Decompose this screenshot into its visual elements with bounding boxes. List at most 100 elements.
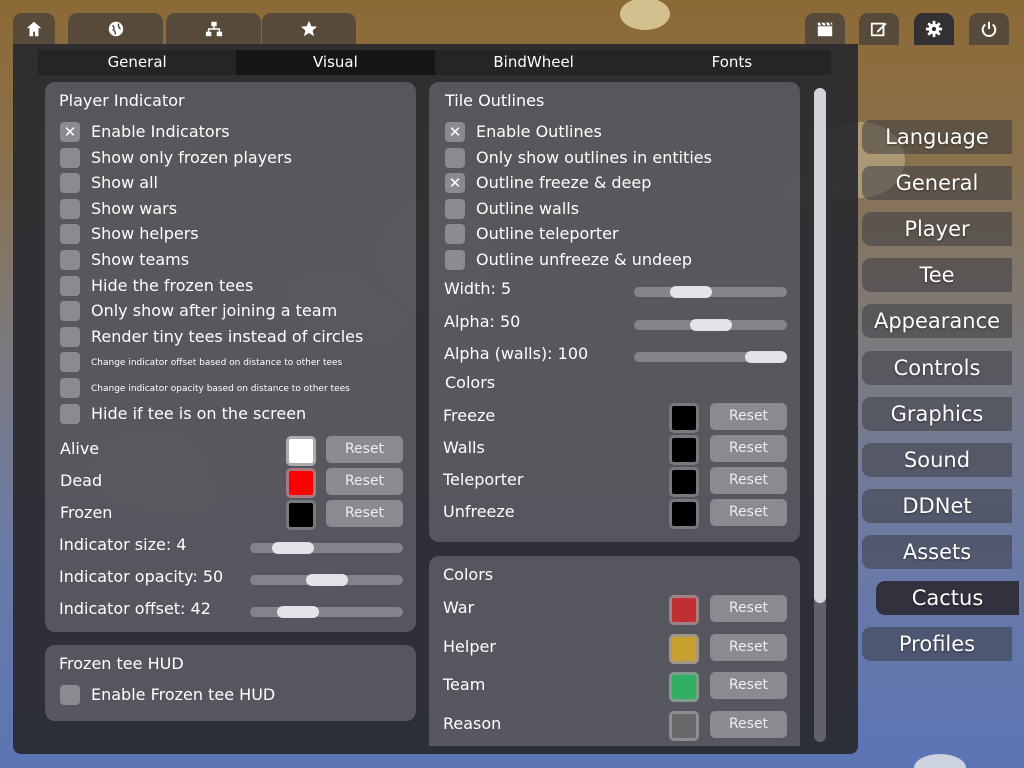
settings-menu-item[interactable]: Profiles bbox=[862, 627, 1012, 662]
option-checkbox[interactable] bbox=[445, 250, 465, 270]
reset-button[interactable]: Reset bbox=[710, 672, 787, 699]
reset-button[interactable]: Reset bbox=[710, 403, 787, 430]
reset-button[interactable]: Reset bbox=[710, 710, 787, 738]
slider-track[interactable] bbox=[634, 286, 787, 298]
option-checkbox[interactable]: ✕ bbox=[60, 122, 80, 142]
option-checkbox[interactable] bbox=[445, 224, 465, 245]
reset-button[interactable]: Reset bbox=[326, 468, 403, 495]
slider-knob[interactable] bbox=[276, 606, 319, 618]
quit-tab[interactable] bbox=[969, 13, 1009, 45]
settings-menu-item[interactable]: Controls bbox=[862, 350, 1012, 385]
internet-tab[interactable] bbox=[68, 13, 163, 45]
visual-subtabs: General Visual BindWheel Fonts bbox=[38, 50, 831, 75]
settings-menu-item[interactable]: Graphics bbox=[862, 396, 1012, 431]
lan-tab[interactable] bbox=[166, 13, 261, 45]
subtab-bindwheel[interactable]: BindWheel bbox=[435, 50, 633, 75]
reset-button[interactable]: Reset bbox=[710, 435, 787, 462]
home-tab[interactable] bbox=[13, 13, 55, 45]
option-checkbox[interactable] bbox=[60, 173, 80, 194]
option-checkbox[interactable] bbox=[60, 198, 80, 219]
color-swatch[interactable] bbox=[286, 436, 316, 466]
option-checkbox[interactable] bbox=[60, 326, 80, 347]
reset-button[interactable]: Reset bbox=[710, 595, 787, 622]
checkbox-label: Outline teleporter bbox=[476, 224, 619, 244]
checkbox-label: Render tiny tees instead of circles bbox=[91, 326, 364, 346]
color-swatch[interactable] bbox=[669, 595, 699, 625]
option-checkbox[interactable] bbox=[60, 224, 80, 245]
network-icon bbox=[205, 21, 222, 37]
slider-label: Alpha (walls): 100 bbox=[444, 344, 589, 363]
slider-knob[interactable] bbox=[689, 318, 732, 331]
option-checkbox[interactable] bbox=[60, 147, 80, 168]
option-checkbox[interactable] bbox=[445, 147, 465, 168]
color-swatch[interactable] bbox=[286, 500, 316, 530]
slider-track[interactable] bbox=[250, 574, 403, 586]
option-checkbox[interactable] bbox=[60, 352, 80, 373]
slider-knob[interactable] bbox=[669, 286, 712, 298]
settings-menu-item[interactable]: General bbox=[862, 166, 1012, 201]
checkbox-label: Only show outlines in entities bbox=[476, 147, 712, 167]
scrollbar-thumb[interactable] bbox=[814, 88, 826, 603]
frozen-hud-checkbox[interactable] bbox=[60, 685, 80, 705]
color-swatch[interactable] bbox=[669, 403, 699, 433]
panel-title: Colors bbox=[443, 565, 494, 584]
slider-track[interactable] bbox=[250, 606, 403, 618]
checkbox-label: Outline walls bbox=[476, 198, 580, 218]
option-checkbox[interactable] bbox=[60, 403, 80, 424]
color-swatch[interactable] bbox=[669, 672, 699, 702]
settings-menu-item[interactable]: DDNet bbox=[862, 488, 1012, 523]
settings-menu-item[interactable]: Player bbox=[862, 212, 1012, 247]
option-checkbox[interactable]: ✕ bbox=[445, 173, 465, 194]
settings-menu-item[interactable]: Tee bbox=[862, 258, 1012, 293]
reset-button[interactable]: Reset bbox=[710, 467, 787, 494]
option-checkbox[interactable]: ✕ bbox=[445, 122, 465, 142]
settings-menu-item[interactable]: Language bbox=[862, 120, 1012, 154]
subtab-visual[interactable]: Visual bbox=[236, 50, 435, 75]
subtab-fonts[interactable]: Fonts bbox=[633, 50, 831, 75]
reset-button[interactable]: Reset bbox=[710, 499, 787, 526]
editor-tab[interactable] bbox=[859, 13, 899, 45]
color-label: War bbox=[443, 598, 475, 617]
option-checkbox[interactable] bbox=[445, 198, 465, 219]
color-label: Team bbox=[443, 675, 486, 694]
color-swatch[interactable] bbox=[669, 710, 699, 741]
settings-menu-item[interactable]: Assets bbox=[862, 534, 1012, 569]
checkbox-label: Enable Outlines bbox=[476, 122, 602, 141]
checkbox-label: Outline unfreeze & undeep bbox=[476, 250, 692, 269]
slider-knob[interactable] bbox=[305, 574, 348, 586]
option-checkbox[interactable] bbox=[60, 301, 80, 322]
reset-button[interactable]: Reset bbox=[710, 633, 787, 661]
color-swatch[interactable] bbox=[286, 468, 316, 498]
slider-knob[interactable] bbox=[745, 351, 787, 363]
favorites-tab[interactable] bbox=[262, 13, 356, 45]
color-swatch[interactable] bbox=[669, 633, 699, 664]
option-checkbox[interactable] bbox=[60, 378, 80, 398]
demos-tab[interactable] bbox=[805, 13, 845, 45]
settings-menu-item[interactable]: Cactus bbox=[876, 581, 1019, 615]
color-swatch[interactable] bbox=[669, 435, 699, 465]
checkbox-label: Show teams bbox=[91, 250, 190, 269]
slider-track[interactable] bbox=[634, 351, 787, 363]
slider-label: Width: 5 bbox=[444, 279, 512, 298]
reset-button[interactable]: Reset bbox=[326, 500, 403, 527]
color-swatch[interactable] bbox=[669, 467, 699, 497]
subtab-general[interactable]: General bbox=[38, 50, 236, 75]
scrollbar[interactable] bbox=[814, 88, 826, 742]
slider-track[interactable] bbox=[250, 542, 403, 554]
power-icon bbox=[981, 21, 997, 37]
option-checkbox[interactable] bbox=[60, 250, 80, 270]
color-label: Frozen bbox=[60, 503, 113, 522]
slider-track[interactable] bbox=[634, 318, 787, 331]
reset-button[interactable]: Reset bbox=[326, 436, 403, 463]
settings-menu-item[interactable]: Sound bbox=[862, 442, 1012, 477]
color-label: Freeze bbox=[443, 406, 496, 425]
option-checkbox[interactable] bbox=[60, 275, 80, 296]
slider-knob[interactable] bbox=[272, 542, 315, 554]
checkbox-label: Enable Frozen tee HUD bbox=[91, 685, 276, 704]
settings-tab[interactable] bbox=[914, 13, 954, 45]
home-icon bbox=[26, 21, 42, 37]
checkbox-label: Change indicator opacity based on distan… bbox=[91, 384, 350, 394]
color-swatch[interactable] bbox=[669, 499, 699, 529]
settings-menu-item[interactable]: Appearance bbox=[862, 304, 1012, 339]
checkbox-label: Hide if tee is on the screen bbox=[91, 403, 307, 423]
